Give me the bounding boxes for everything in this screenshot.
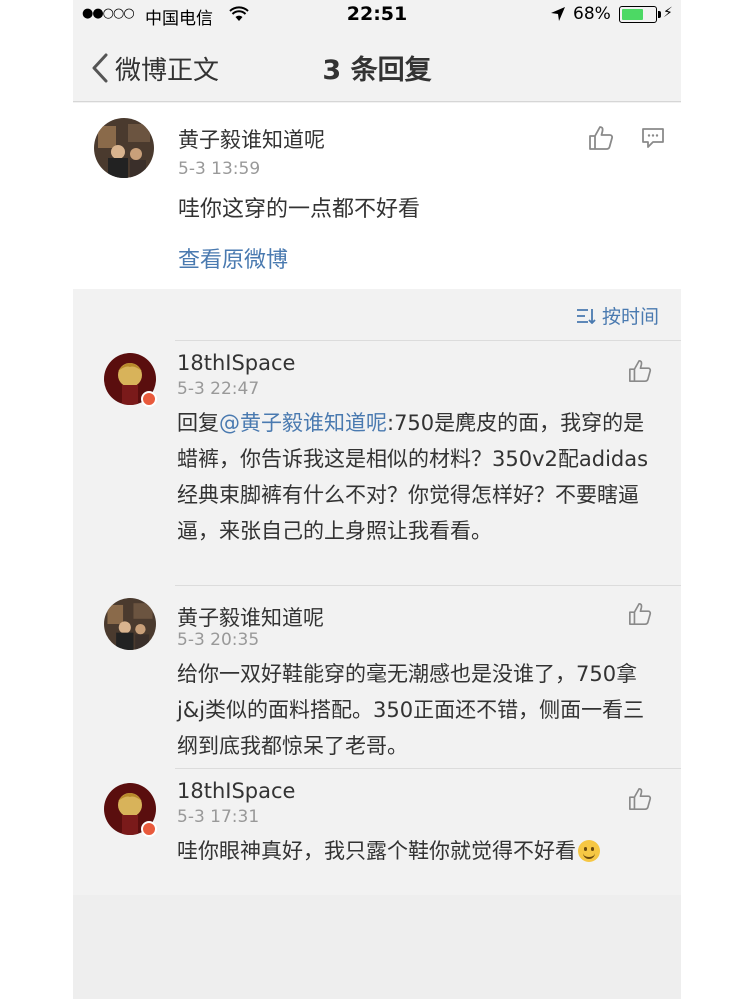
page-title: 3 条回复 [322,55,432,86]
view-original-weibo-link[interactable]: 查看原微博 [178,242,288,274]
reply-item: 18thISpace 5-3 17:31 哇你眼神真好，我只露个鞋你就觉得不好看 [73,769,681,895]
sort-by-time-button[interactable]: 按时间 [576,302,659,329]
battery-level-fill [622,9,643,20]
avatar[interactable] [94,118,154,178]
reply-text: 给你一双好鞋能穿的毫无潮感也是没谁了，750拿j&j类似的面料搭配。350正面还… [177,662,645,758]
comment-time: 5-3 13:59 [178,159,261,179]
mention-link[interactable]: @黄子毅谁知道呢 [219,411,387,435]
sort-icon [576,308,596,324]
reply-text: 哇你眼神真好，我只露个鞋你就觉得不好看 [177,833,652,869]
thumbs-up-icon[interactable] [628,787,652,815]
battery-icon [619,6,657,23]
reply-username[interactable]: 18thISpace [177,779,295,803]
comment-icon[interactable] [641,127,665,153]
reply-username[interactable]: 黄子毅谁知道呢 [177,602,324,632]
status-bar: ●●○○○ 中国电信 22:51 68% ⚡ [73,0,681,30]
verified-badge-icon [141,821,157,837]
reply-text: 回复@黄子毅谁知道呢:750是麂皮的面，我穿的是蜡裤，你告诉我这是相似的材料？3… [177,405,652,549]
reply-time: 5-3 17:31 [177,807,260,827]
charging-icon: ⚡ [663,5,673,21]
location-arrow-icon [550,6,566,26]
verified-badge-icon [141,391,157,407]
reply-item: 18thISpace 5-3 22:47 回复@黄子毅谁知道呢:750是麂皮的面… [73,341,681,585]
battery-tip [658,11,661,18]
reply-prefix: 回复 [177,411,219,435]
avatar[interactable] [104,598,156,650]
phone-screen: ●●○○○ 中国电信 22:51 68% ⚡ 微博正文 3 条回复 黄子毅谁知道… [73,0,681,999]
smile-emoji-icon [578,840,600,862]
reply-time: 5-3 22:47 [177,379,260,399]
original-comment-card: 黄子毅谁知道呢 5-3 13:59 哇你这穿的一点都不好看 查看原微博 [73,103,681,289]
comment-text: 哇你这穿的一点都不好看 [178,197,421,222]
sort-label: 按时间 [601,306,659,328]
thumbs-up-icon[interactable] [588,125,614,155]
thumbs-up-icon[interactable] [628,602,652,630]
reply-time: 5-3 20:35 [177,630,260,650]
battery-percentage: 68% [573,4,611,24]
reply-item: 黄子毅谁知道呢 5-3 20:35 给你一双好鞋能穿的毫无潮感也是没谁了，750… [73,586,681,768]
thumbs-up-icon[interactable] [628,359,652,387]
comment-username[interactable]: 黄子毅谁知道呢 [178,124,325,154]
empty-area [73,895,681,999]
reply-body: 哇你眼神真好，我只露个鞋你就觉得不好看 [177,839,576,863]
navigation-bar: 微博正文 3 条回复 [73,30,681,102]
reply-username[interactable]: 18thISpace [177,351,295,375]
